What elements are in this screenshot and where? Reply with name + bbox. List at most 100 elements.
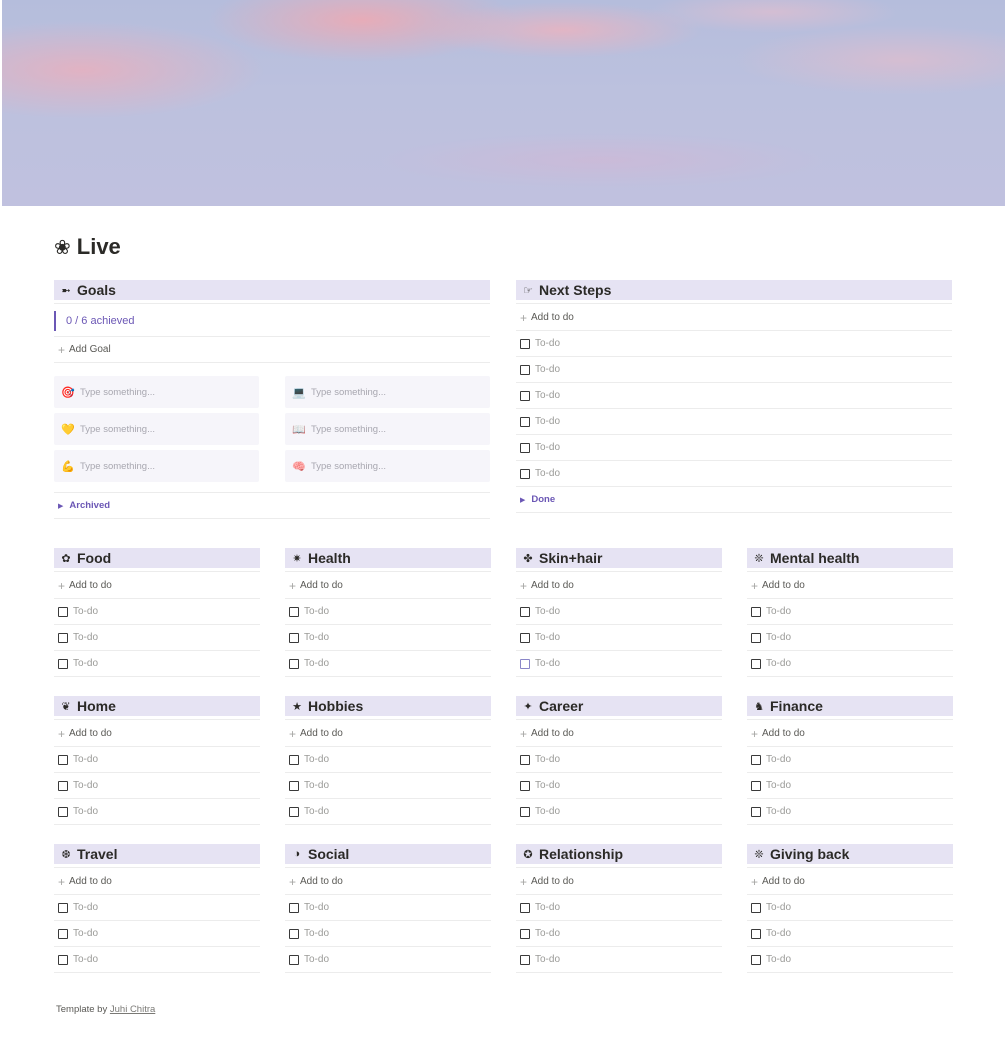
todo-checkbox[interactable] bbox=[289, 606, 299, 617]
add-todo-button[interactable]: + Add to do bbox=[285, 573, 491, 599]
goal-card[interactable]: 🧠 Type something... bbox=[285, 450, 490, 482]
todo-checkbox[interactable] bbox=[520, 632, 530, 643]
goal-card[interactable]: 💛 Type something... bbox=[54, 413, 259, 445]
todo-item[interactable]: To-do bbox=[516, 357, 952, 383]
todo-item[interactable]: To-do bbox=[516, 799, 722, 825]
todo-checkbox[interactable] bbox=[58, 806, 68, 817]
todo-item[interactable]: To-do bbox=[516, 773, 722, 799]
todo-item[interactable]: To-do bbox=[516, 921, 722, 947]
goal-card[interactable]: 💪 Type something... bbox=[54, 450, 259, 482]
todo-checkbox[interactable] bbox=[520, 806, 530, 817]
todo-checkbox[interactable] bbox=[520, 780, 530, 791]
todo-checkbox[interactable] bbox=[751, 754, 761, 765]
add-todo-button[interactable]: + Add to do bbox=[516, 721, 722, 747]
todo-item[interactable]: To-do bbox=[747, 625, 953, 651]
todo-item[interactable]: To-do bbox=[285, 895, 491, 921]
todo-checkbox[interactable] bbox=[751, 780, 761, 791]
todo-checkbox[interactable] bbox=[520, 754, 530, 765]
todo-item[interactable]: To-do bbox=[747, 921, 953, 947]
todo-checkbox[interactable] bbox=[751, 902, 761, 913]
todo-item[interactable]: To-do bbox=[285, 747, 491, 773]
todo-checkbox[interactable] bbox=[520, 364, 530, 375]
todo-item[interactable]: To-do bbox=[54, 599, 260, 625]
todo-checkbox[interactable] bbox=[289, 632, 299, 643]
todo-item[interactable]: To-do bbox=[747, 895, 953, 921]
add-todo-button[interactable]: + Add to do bbox=[516, 305, 952, 331]
todo-checkbox[interactable] bbox=[751, 606, 761, 617]
todo-checkbox[interactable] bbox=[58, 606, 68, 617]
todo-item[interactable]: To-do bbox=[54, 895, 260, 921]
todo-item[interactable]: To-do bbox=[516, 947, 722, 973]
todo-item[interactable]: To-do bbox=[285, 921, 491, 947]
todo-checkbox[interactable] bbox=[751, 954, 761, 965]
todo-item[interactable]: To-do bbox=[285, 947, 491, 973]
add-todo-button[interactable]: + Add to do bbox=[285, 721, 491, 747]
todo-checkbox[interactable] bbox=[520, 390, 530, 401]
todo-item[interactable]: To-do bbox=[54, 773, 260, 799]
todo-item[interactable]: To-do bbox=[285, 599, 491, 625]
add-todo-button[interactable]: + Add to do bbox=[747, 573, 953, 599]
done-toggle[interactable]: ▶ Done bbox=[516, 487, 952, 513]
goal-card[interactable]: 💻 Type something... bbox=[285, 376, 490, 408]
todo-checkbox[interactable] bbox=[58, 928, 68, 939]
todo-checkbox[interactable] bbox=[58, 658, 68, 669]
add-goal-button[interactable]: + Add Goal bbox=[54, 337, 490, 363]
add-todo-button[interactable]: + Add to do bbox=[54, 573, 260, 599]
todo-item[interactable]: To-do bbox=[54, 625, 260, 651]
todo-item[interactable]: To-do bbox=[54, 799, 260, 825]
todo-item[interactable]: To-do bbox=[516, 461, 952, 487]
todo-item[interactable]: To-do bbox=[516, 599, 722, 625]
add-todo-button[interactable]: + Add to do bbox=[285, 869, 491, 895]
todo-item[interactable]: To-do bbox=[54, 747, 260, 773]
todo-item[interactable]: To-do bbox=[516, 625, 722, 651]
todo-checkbox[interactable] bbox=[520, 902, 530, 913]
todo-item[interactable]: To-do bbox=[516, 409, 952, 435]
todo-checkbox[interactable] bbox=[289, 780, 299, 791]
todo-item[interactable]: To-do bbox=[54, 947, 260, 973]
todo-checkbox[interactable] bbox=[520, 928, 530, 939]
todo-item[interactable]: To-do bbox=[285, 799, 491, 825]
todo-item[interactable]: To-do bbox=[54, 651, 260, 677]
todo-checkbox[interactable] bbox=[520, 468, 530, 479]
add-todo-button[interactable]: + Add to do bbox=[516, 869, 722, 895]
todo-item[interactable]: To-do bbox=[747, 947, 953, 973]
add-todo-button[interactable]: + Add to do bbox=[747, 869, 953, 895]
todo-item[interactable]: To-do bbox=[516, 747, 722, 773]
todo-checkbox[interactable] bbox=[520, 658, 530, 669]
todo-checkbox[interactable] bbox=[289, 754, 299, 765]
todo-item[interactable]: To-do bbox=[747, 747, 953, 773]
todo-checkbox[interactable] bbox=[520, 954, 530, 965]
todo-item[interactable]: To-do bbox=[285, 773, 491, 799]
todo-checkbox[interactable] bbox=[58, 954, 68, 965]
todo-checkbox[interactable] bbox=[751, 928, 761, 939]
todo-checkbox[interactable] bbox=[289, 954, 299, 965]
author-link[interactable]: Juhi Chitra bbox=[110, 1004, 155, 1015]
todo-checkbox[interactable] bbox=[58, 754, 68, 765]
add-todo-button[interactable]: + Add to do bbox=[54, 721, 260, 747]
todo-checkbox[interactable] bbox=[751, 632, 761, 643]
todo-item[interactable]: To-do bbox=[516, 651, 722, 677]
todo-checkbox[interactable] bbox=[751, 806, 761, 817]
todo-checkbox[interactable] bbox=[520, 338, 530, 349]
todo-item[interactable]: To-do bbox=[516, 331, 952, 357]
goal-card[interactable]: 📖 Type something... bbox=[285, 413, 490, 445]
todo-checkbox[interactable] bbox=[520, 442, 530, 453]
todo-checkbox[interactable] bbox=[289, 658, 299, 669]
goal-card[interactable]: 🎯 Type something... bbox=[54, 376, 259, 408]
todo-item[interactable]: To-do bbox=[747, 773, 953, 799]
add-todo-button[interactable]: + Add to do bbox=[747, 721, 953, 747]
add-todo-button[interactable]: + Add to do bbox=[54, 869, 260, 895]
todo-checkbox[interactable] bbox=[58, 632, 68, 643]
todo-checkbox[interactable] bbox=[751, 658, 761, 669]
archived-toggle[interactable]: ▶ Archived bbox=[54, 493, 490, 519]
todo-item[interactable]: To-do bbox=[747, 651, 953, 677]
todo-item[interactable]: To-do bbox=[747, 599, 953, 625]
todo-item[interactable]: To-do bbox=[516, 895, 722, 921]
todo-checkbox[interactable] bbox=[58, 902, 68, 913]
todo-item[interactable]: To-do bbox=[54, 921, 260, 947]
todo-checkbox[interactable] bbox=[520, 606, 530, 617]
todo-checkbox[interactable] bbox=[289, 902, 299, 913]
todo-checkbox[interactable] bbox=[520, 416, 530, 427]
todo-item[interactable]: To-do bbox=[285, 625, 491, 651]
add-todo-button[interactable]: + Add to do bbox=[516, 573, 722, 599]
